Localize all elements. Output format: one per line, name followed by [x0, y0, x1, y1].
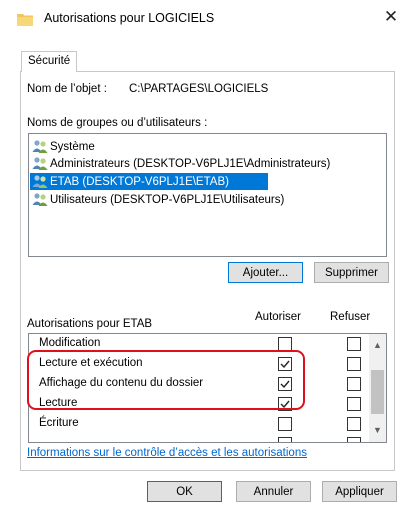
list-item-label: Administrateurs (DESKTOP-V6PLJ1E\Adminis…: [50, 157, 331, 170]
chevron-down-icon[interactable]: ▼: [372, 425, 383, 436]
list-item-label: Système: [50, 140, 95, 153]
list-item-label: ETAB (DESKTOP-V6PLJ1E\ETAB): [50, 175, 229, 188]
add-button[interactable]: Ajouter...: [228, 262, 303, 283]
chevron-up-icon[interactable]: ▲: [372, 340, 383, 351]
allow-checkbox[interactable]: [278, 417, 292, 431]
list-item-systeme[interactable]: Système: [30, 138, 95, 155]
permissions-scrollbar[interactable]: ▲ ▼: [369, 334, 386, 442]
deny-checkbox[interactable]: [347, 377, 361, 391]
object-name-value: C:\PARTAGES\LOGICIELS: [129, 83, 269, 95]
folder-icon: [17, 12, 33, 26]
object-name-label: Nom de l’objet :: [27, 83, 107, 95]
list-item-utilisateurs[interactable]: Utilisateurs (DESKTOP-V6PLJ1E\Utilisateu…: [30, 191, 284, 208]
groups-label: Noms de groupes ou d’utilisateurs :: [27, 117, 208, 129]
allow-column-header: Autoriser: [255, 311, 302, 323]
ok-button[interactable]: OK: [147, 481, 222, 502]
users-icon: [32, 140, 48, 153]
apply-button[interactable]: Appliquer: [322, 481, 397, 502]
deny-checkbox[interactable]: [347, 357, 361, 371]
perm-row-ecriture: Écriture: [29, 414, 369, 434]
permissions-dialog: Autorisations pour LOGICIELS ✕ Sécurité …: [0, 0, 412, 512]
scroll-thumb[interactable]: [371, 370, 384, 414]
deny-checkbox[interactable]: [347, 337, 361, 351]
allow-checkbox[interactable]: [278, 337, 292, 351]
perm-name: Modification: [39, 337, 101, 349]
perm-name: Écriture: [39, 417, 79, 429]
permissions-label: Autorisations pour ETAB: [27, 318, 153, 330]
deny-checkbox[interactable]: [347, 417, 361, 431]
highlight-annotation: [27, 350, 305, 410]
deny-checkbox[interactable]: [347, 397, 361, 411]
list-item-label: Utilisateurs (DESKTOP-V6PLJ1E\Utilisateu…: [50, 193, 285, 206]
remove-button[interactable]: Supprimer: [314, 262, 389, 283]
groups-listbox[interactable]: Système Administrateurs (DESKTOP-V6PLJ1E…: [28, 133, 387, 257]
users-icon: [32, 157, 48, 170]
close-icon: ✕: [383, 7, 399, 26]
list-item-administrateurs[interactable]: Administrateurs (DESKTOP-V6PLJ1E\Adminis…: [30, 155, 330, 172]
list-item-etab[interactable]: ETAB (DESKTOP-V6PLJ1E\ETAB): [30, 173, 268, 190]
deny-column-header: Refuser: [330, 311, 371, 323]
cancel-button[interactable]: Annuler: [236, 481, 311, 502]
deny-checkbox[interactable]: [347, 437, 361, 442]
allow-checkbox[interactable]: [278, 437, 292, 442]
users-icon: [32, 175, 48, 188]
close-button[interactable]: ✕: [380, 6, 402, 28]
window-title: Autorisations pour LOGICIELS: [44, 11, 215, 25]
users-icon: [32, 193, 48, 206]
access-control-info-link[interactable]: Informations sur le contrôle d’accès et …: [27, 447, 307, 459]
title-bar: Autorisations pour LOGICIELS ✕: [0, 0, 412, 34]
tab-securite[interactable]: Sécurité: [21, 51, 78, 72]
